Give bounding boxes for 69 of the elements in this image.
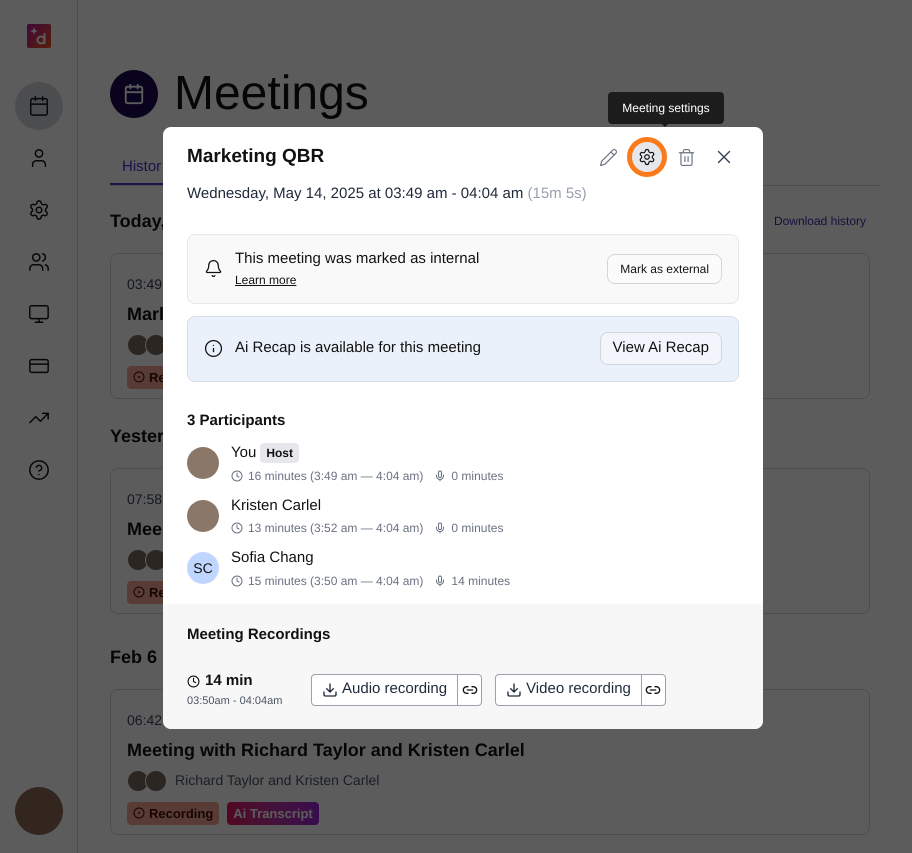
recordings-heading: Meeting Recordings <box>187 624 332 644</box>
microphone-icon <box>434 574 446 586</box>
attendance-time: 15 minutes (3:50 am — 4:04 am) <box>248 572 424 590</box>
attendee-avatar <box>127 548 149 570</box>
bell-icon <box>204 259 223 278</box>
meeting-date: Wednesday, May 14, 2025 at 03:49 am - 04:04 am (15m 5s) <box>187 184 588 204</box>
recording-range: 03:50am - 04:04am <box>187 694 284 708</box>
clock-icon <box>231 470 243 482</box>
view-recap-button[interactable]: View Ai Recap <box>600 332 722 365</box>
clock-icon <box>187 674 200 688</box>
attendee-avatar <box>145 770 167 792</box>
user-avatar[interactable] <box>14 787 62 835</box>
day-heading: Today, <box>110 210 166 233</box>
participant-name: Kristen Carlel <box>231 496 322 516</box>
speaking-time: 0 minutes <box>451 468 504 484</box>
download-icon <box>322 682 338 698</box>
microphone-icon <box>434 470 446 482</box>
attendee-avatar <box>127 770 149 792</box>
speaking-time: 14 minutes <box>451 572 510 590</box>
settings-button[interactable] <box>627 137 667 177</box>
learn-more-link[interactable]: Learn more <box>235 270 296 289</box>
initials-avatar: SC <box>187 552 219 584</box>
page-title: Meetings <box>174 70 369 118</box>
record-icon <box>133 371 145 384</box>
attendee-avatar <box>127 334 149 356</box>
dialog-title: Marketing QBR <box>187 144 324 169</box>
attendance-time: 13 minutes (3:52 am — 4:04 am) <box>248 520 424 537</box>
sidebar-nav-item[interactable] <box>14 82 62 130</box>
pencil-icon <box>598 148 618 166</box>
record-icon <box>133 807 145 820</box>
participant-avatar <box>187 500 219 532</box>
speaking-time: 0 minutes <box>451 520 504 537</box>
participant-name: Sofia Chang <box>231 548 314 568</box>
recording-badge: Recording <box>127 802 220 825</box>
info-icon <box>204 339 223 358</box>
participant-avatar <box>187 447 219 480</box>
meeting-title: Meeting with Richard Taylor and Kristen Carlel <box>127 738 525 762</box>
transcript-badge: Ai Transcript <box>227 802 319 825</box>
settings-icon <box>28 199 50 221</box>
tooltip: Meeting settings <box>608 92 724 124</box>
meeting-title: Mee <box>127 518 162 540</box>
participants-heading: 3 Participants <box>187 410 286 430</box>
monitor-icon <box>28 303 50 325</box>
meeting-title: Marl <box>127 302 164 326</box>
clock-icon <box>231 574 243 586</box>
help-icon <box>28 459 50 481</box>
calendar-badge-icon <box>110 70 158 118</box>
recording-length: 14 min <box>205 671 253 691</box>
clock-icon <box>231 522 243 534</box>
download-icon <box>506 682 522 698</box>
microphone-icon <box>434 522 446 534</box>
attendance-time: 16 minutes (3:49 am — 4:04 am) <box>248 468 424 484</box>
meeting-time: 03:49 <box>127 274 162 294</box>
record-icon <box>133 586 145 598</box>
meeting-time: 06:42 <box>127 710 162 730</box>
notice-text: Ai Recap is available for this meeting <box>235 338 482 358</box>
meeting-time: 07:58 <box>127 490 162 508</box>
day-heading: Yester <box>110 424 164 448</box>
mark-external-button[interactable]: Mark as external <box>607 254 722 284</box>
people-icon <box>28 251 50 273</box>
notice-text: This meeting was marked as internal <box>235 249 480 270</box>
host-badge: Host <box>260 443 299 464</box>
day-heading: Feb 6 <box>110 646 158 668</box>
trash-icon <box>676 148 696 166</box>
attendee-names: Richard Taylor and Kristen Carlel <box>175 771 380 790</box>
app-logo[interactable] <box>26 24 50 48</box>
calendar-icon <box>28 95 50 117</box>
participant-name: You <box>231 443 256 463</box>
gear-icon <box>638 148 656 166</box>
